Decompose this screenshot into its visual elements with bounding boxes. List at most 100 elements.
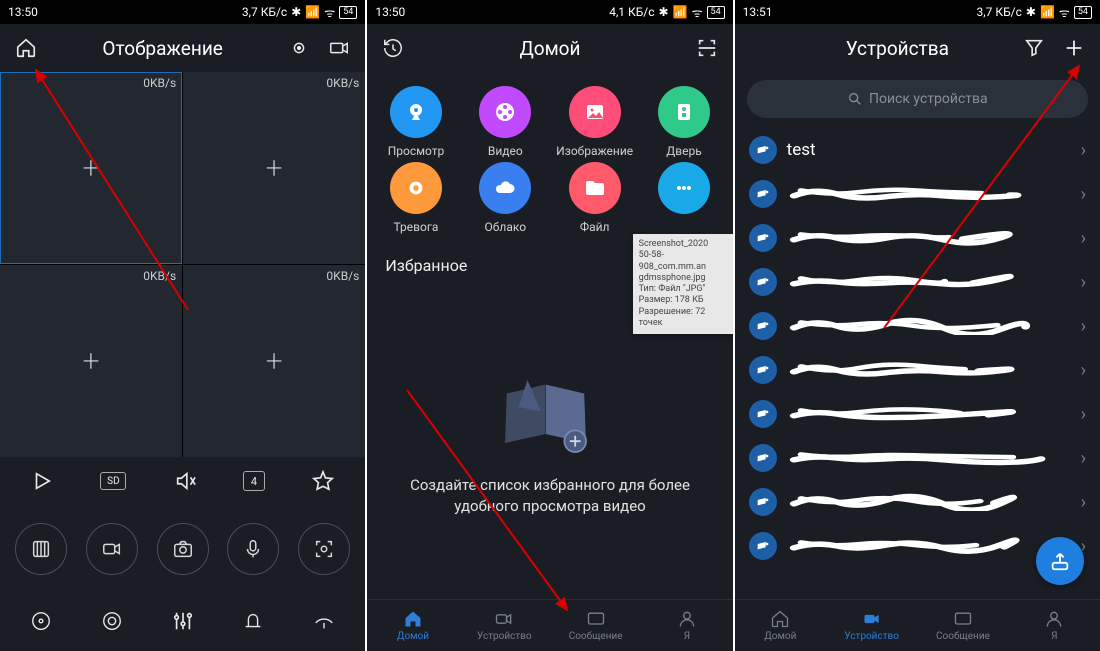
redacted-label: [787, 185, 1071, 203]
sliders-button[interactable]: [169, 607, 197, 635]
redacted-label: [787, 229, 1071, 247]
mic-button[interactable]: [227, 523, 279, 575]
filter-icon[interactable]: [1020, 34, 1048, 62]
search-placeholder: Поиск устройства: [869, 91, 988, 107]
bitrate-label: 0KB/s: [326, 269, 359, 283]
plus-icon: +: [83, 151, 100, 186]
video-button[interactable]: [86, 523, 138, 575]
device-row[interactable]: test ›: [735, 128, 1100, 172]
app-more[interactable]: [641, 162, 726, 234]
signal-icon: 📶: [1040, 5, 1055, 19]
status-time: 13:50: [375, 5, 609, 19]
wifi-icon: ᯤ: [1059, 4, 1070, 21]
siren-button[interactable]: [239, 607, 267, 635]
chevron-right-icon: ›: [1081, 140, 1086, 161]
history-icon[interactable]: [379, 34, 407, 62]
app-cloud[interactable]: Облако: [463, 162, 548, 234]
nav-home[interactable]: Домой: [367, 600, 458, 651]
app-video[interactable]: Видео: [463, 86, 548, 158]
dots-icon: [658, 162, 710, 214]
page-title: Домой: [419, 37, 680, 60]
nav-device[interactable]: Устройство: [826, 600, 917, 651]
search-icon: [847, 91, 863, 107]
layout-button[interactable]: 4: [243, 471, 265, 491]
nav-device[interactable]: Устройство: [459, 600, 550, 651]
plus-icon: +: [266, 151, 283, 186]
battery-indicator: 54: [1074, 6, 1092, 19]
device-row[interactable]: ›: [735, 392, 1100, 436]
ptz-button[interactable]: [27, 607, 55, 635]
wiper-button[interactable]: [310, 607, 338, 635]
star-button[interactable]: [309, 467, 337, 495]
camera-switch-icon[interactable]: [325, 34, 353, 62]
page-title: Устройства: [787, 37, 1008, 60]
chevron-right-icon: ›: [1081, 360, 1086, 381]
apps-grid: Просмотр Видео Изображение Дверь Тревога…: [367, 72, 732, 242]
screen-devices: 13:51 3,7 КБ/с ✱ 📶 ᯤ 54 Устройства Поиск…: [735, 0, 1100, 651]
bluetooth-icon: ✱: [1026, 5, 1036, 19]
fisheye-button[interactable]: [98, 607, 126, 635]
device-row[interactable]: ›: [735, 172, 1100, 216]
camera-icon: [749, 356, 777, 384]
redacted-label: [787, 493, 1071, 511]
cloud-icon: [479, 162, 531, 214]
nav-me[interactable]: Я: [641, 600, 732, 651]
app-preview[interactable]: Просмотр: [373, 86, 458, 158]
search-input[interactable]: Поиск устройства: [747, 80, 1088, 118]
device-row[interactable]: ›: [735, 304, 1100, 348]
camera-icon: [749, 400, 777, 428]
device-row[interactable]: ›: [735, 480, 1100, 524]
camera-icon: [749, 444, 777, 472]
redacted-label: [787, 405, 1071, 423]
screen-home: 13:50 4,1 КБ/с ✱ 📶 ᯤ 54 Домой Просмотр В…: [367, 0, 732, 651]
grid-cell[interactable]: 0KB/s +: [183, 72, 365, 264]
app-door[interactable]: Дверь: [641, 86, 726, 158]
reel-icon: [479, 86, 531, 138]
plus-icon[interactable]: [1060, 34, 1088, 62]
mid-toolbar: SD 4: [0, 457, 365, 505]
app-image[interactable]: Изображение: [552, 86, 637, 158]
mute-button[interactable]: [171, 467, 199, 495]
share-fab[interactable]: [1036, 537, 1084, 585]
nav-me[interactable]: Я: [1009, 600, 1100, 651]
camera-icon: [749, 488, 777, 516]
app-alarm[interactable]: Тревога: [373, 162, 458, 234]
nav-message[interactable]: Сообщение: [550, 600, 641, 651]
camera-icon: [749, 312, 777, 340]
device-row[interactable]: ›: [735, 436, 1100, 480]
wifi-icon: ᯤ: [324, 4, 335, 21]
signal-icon: 📶: [305, 5, 320, 19]
screenshot-tooltip: Screenshot_2020 50-58- 908_com.mm.an gdm…: [633, 234, 733, 334]
device-row[interactable]: ›: [735, 348, 1100, 392]
favorites-text: Создайте список избранного для более удо…: [387, 475, 712, 517]
redacted-label: [787, 273, 1071, 291]
play-button[interactable]: [28, 467, 56, 495]
home-icon[interactable]: [12, 34, 40, 62]
quality-button[interactable]: SD: [100, 472, 126, 490]
focus-button[interactable]: [298, 523, 350, 575]
bluetooth-icon: ✱: [291, 5, 301, 19]
plus-icon: +: [266, 344, 283, 379]
capture-row: [0, 505, 365, 593]
nav-home[interactable]: Домой: [735, 600, 826, 651]
record-button[interactable]: [15, 523, 67, 575]
grid-cell[interactable]: 0KB/s +: [0, 265, 182, 457]
status-net: 4,1 КБ/с: [609, 5, 654, 19]
app-file[interactable]: Файл: [552, 162, 637, 234]
snapshot-button[interactable]: [157, 523, 209, 575]
camera-icon: [749, 180, 777, 208]
scan-icon[interactable]: [693, 34, 721, 62]
device-name: test: [787, 140, 1071, 160]
nav-message[interactable]: Сообщение: [917, 600, 1008, 651]
grid-cell[interactable]: 0KB/s +: [183, 265, 365, 457]
status-time: 13:50: [8, 5, 242, 19]
battery-indicator: 54: [707, 6, 725, 19]
target-icon[interactable]: [285, 34, 313, 62]
topbar: Отображение: [0, 24, 365, 72]
grid-cell[interactable]: 0KB/s +: [0, 72, 182, 264]
device-row[interactable]: ›: [735, 260, 1100, 304]
device-row[interactable]: ›: [735, 216, 1100, 260]
battery-indicator: 54: [339, 6, 357, 19]
camera-icon: [749, 224, 777, 252]
chevron-right-icon: ›: [1081, 272, 1086, 293]
